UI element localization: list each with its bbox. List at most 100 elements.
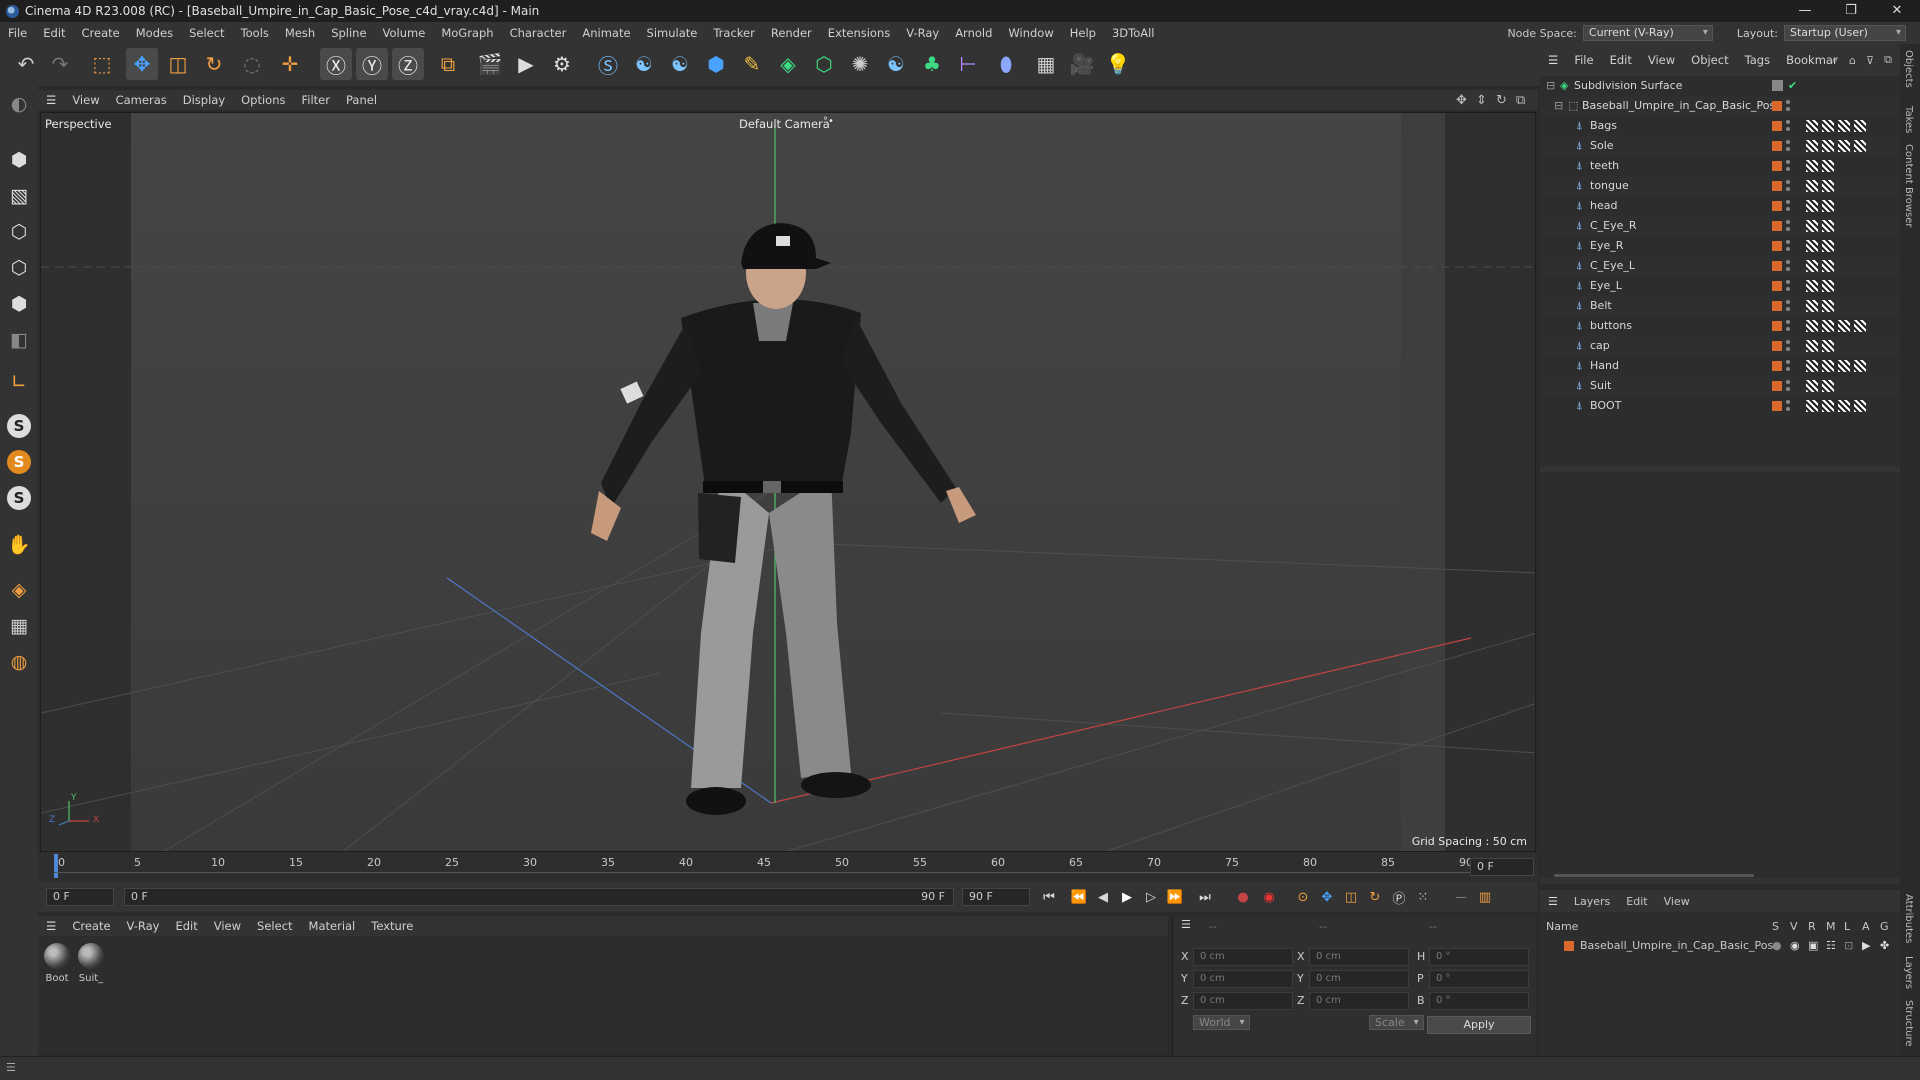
field-icon[interactable]: ♣ — [916, 48, 948, 80]
tab-takes[interactable]: Takes — [1903, 106, 1914, 133]
material-tag-icon[interactable] — [1822, 380, 1834, 392]
layer-color-tag[interactable] — [1772, 381, 1782, 391]
rotate-tool-icon[interactable]: ↻ — [198, 48, 230, 80]
texture-mode-icon[interactable]: ▧ — [3, 180, 35, 212]
tree-row-object[interactable]: ⍋ Suit — [1540, 376, 1900, 396]
tag-icon[interactable]: ⬮ — [990, 48, 1022, 80]
deformer-icon[interactable]: ☯ — [880, 48, 912, 80]
end-frame-field[interactable]: 90 F — [962, 888, 1030, 906]
constraint-icon[interactable]: ⊢ — [952, 48, 984, 80]
status-hamburger-icon[interactable]: ☰ — [6, 1061, 16, 1074]
material-tag-icon[interactable] — [1822, 260, 1834, 272]
tree-row-object[interactable]: ⍋ Belt — [1540, 296, 1900, 316]
visibility-dots-icon[interactable] — [1786, 239, 1790, 253]
object-manager-empty-area[interactable] — [1540, 472, 1900, 878]
redo-icon[interactable]: ↷ — [44, 48, 76, 80]
layer-color-tag[interactable] — [1772, 201, 1782, 211]
tree-row-object[interactable]: ⍋ cap — [1540, 336, 1900, 356]
layer-color-tag[interactable] — [1772, 261, 1782, 271]
visibility-dots-icon[interactable] — [1786, 399, 1790, 413]
layer-menu-view[interactable]: View — [1656, 895, 1698, 908]
collapse-toggle-icon[interactable]: ⊟ — [1546, 76, 1555, 96]
rot-b-field[interactable]: 0 ° — [1429, 992, 1529, 1010]
material-hamburger-icon[interactable]: ☰ — [38, 919, 64, 933]
obj-menu-file[interactable]: File — [1566, 53, 1601, 67]
visibility-dots-icon[interactable] — [1786, 259, 1790, 273]
layer-menu-edit[interactable]: Edit — [1618, 895, 1655, 908]
menu-select[interactable]: Select — [181, 26, 232, 40]
obj-menu-tags[interactable]: Tags — [1737, 53, 1778, 67]
tree-row-object[interactable]: ⍋ C_Eye_R — [1540, 216, 1900, 236]
menu-tools[interactable]: Tools — [233, 26, 277, 40]
menu-mograph[interactable]: MoGraph — [433, 26, 501, 40]
menu-tracker[interactable]: Tracker — [705, 26, 763, 40]
viewport-move-icon[interactable]: ✥ — [1456, 93, 1467, 108]
layer-lock-icon[interactable]: ⊡ — [1844, 939, 1853, 952]
tree-row-object[interactable]: ⍋ Bags — [1540, 116, 1900, 136]
key-rotation-icon[interactable]: ↻ — [1364, 887, 1386, 907]
pen-spline-icon[interactable]: ✎ — [736, 48, 768, 80]
locked-workplane-icon[interactable]: ◍ — [3, 646, 35, 678]
object-hamburger-icon[interactable]: ☰ — [1548, 53, 1566, 67]
light-object-icon[interactable]: 💡 — [1102, 48, 1134, 80]
menu-create[interactable]: Create — [74, 26, 128, 40]
keyframe-selection-icon[interactable]: ⊙ — [1292, 887, 1314, 907]
layer-color-tag[interactable] — [1772, 341, 1782, 351]
key-pla-icon[interactable]: ⁙ — [1412, 887, 1434, 907]
material-tag-icon[interactable] — [1854, 400, 1866, 412]
coordinate-mode-dropdown[interactable]: Scale — [1369, 1015, 1424, 1030]
tree-row-object[interactable]: ⍋ Eye_R — [1540, 236, 1900, 256]
timeline-window-icon[interactable]: ⏤ — [1450, 887, 1472, 907]
menu-simulate[interactable]: Simulate — [639, 26, 706, 40]
viewport-menu-panel[interactable]: Panel — [338, 93, 385, 107]
layer-color-tag[interactable] — [1772, 101, 1782, 111]
material-tag-icon[interactable] — [1822, 400, 1834, 412]
key-scale-icon[interactable]: ◫ — [1340, 887, 1362, 907]
vray-icon[interactable]: Ⓢ — [592, 48, 624, 80]
cube-primitive-icon[interactable]: ⬢ — [700, 48, 732, 80]
axis-mode-icon[interactable]: ∟ — [3, 366, 35, 398]
object-new-window-icon[interactable]: ⧉ — [1884, 53, 1892, 67]
material-tag-icon[interactable] — [1854, 120, 1866, 132]
menu-window[interactable]: Window — [1000, 26, 1061, 40]
layer-color-tag[interactable] — [1772, 121, 1782, 131]
menu-animate[interactable]: Animate — [574, 26, 638, 40]
menu-render[interactable]: Render — [763, 26, 820, 40]
material-tag-icon[interactable] — [1822, 140, 1834, 152]
menu-3dtoall[interactable]: 3DToAll — [1104, 26, 1163, 40]
phong-tag-icon[interactable] — [1806, 240, 1818, 252]
material-tag-icon[interactable] — [1822, 200, 1834, 212]
viewport-zoom-icon[interactable]: ⇕ — [1476, 93, 1487, 108]
undo-icon[interactable]: ↶ — [10, 48, 42, 80]
extrude-generator-icon[interactable]: ⬡ — [808, 48, 840, 80]
tree-row-object[interactable]: ⍋ tongue — [1540, 176, 1900, 196]
phong-tag-icon[interactable] — [1806, 380, 1818, 392]
material-suit[interactable]: Suit_ — [76, 943, 106, 984]
snap-icon[interactable]: S — [3, 410, 35, 442]
material-boot[interactable]: Boot — [42, 943, 72, 984]
prev-key-icon[interactable]: ⏪ — [1068, 887, 1090, 907]
points-mode-icon[interactable]: ⬡ — [3, 216, 35, 248]
tree-row-object[interactable]: ⍋ C_Eye_L — [1540, 256, 1900, 276]
viewport-menu-view[interactable]: View — [64, 93, 107, 107]
material-tag-icon[interactable] — [1838, 120, 1850, 132]
phong-tag-icon[interactable] — [1806, 400, 1818, 412]
python-script-2-icon[interactable]: ☯ — [664, 48, 696, 80]
object-home-icon[interactable]: ⌂ — [1849, 54, 1856, 67]
phong-tag-icon[interactable] — [1806, 180, 1818, 192]
x-axis-lock-icon[interactable]: Ⓧ — [320, 48, 352, 80]
mat-menu-texture[interactable]: Texture — [363, 919, 421, 933]
pos-x-field[interactable]: 0 cm — [1193, 948, 1293, 966]
layer-color-tag[interactable] — [1772, 221, 1782, 231]
tree-row-object[interactable]: ⍋ head — [1540, 196, 1900, 216]
obj-menu-object[interactable]: Object — [1683, 53, 1736, 67]
layer-solo-icon[interactable]: ● — [1772, 939, 1782, 952]
viewport-menu-display[interactable]: Display — [175, 93, 233, 107]
layer-color-tag[interactable] — [1772, 281, 1782, 291]
current-frame-field[interactable]: 0 F — [1470, 858, 1534, 876]
3d-viewport[interactable]: Perspective Default Camera °• Grid Spaci… — [40, 112, 1536, 852]
layer-color-tag[interactable] — [1772, 361, 1782, 371]
visibility-dots-icon[interactable] — [1786, 279, 1790, 293]
menu-help[interactable]: Help — [1062, 26, 1104, 40]
key-position-icon[interactable]: ✥ — [1316, 887, 1338, 907]
